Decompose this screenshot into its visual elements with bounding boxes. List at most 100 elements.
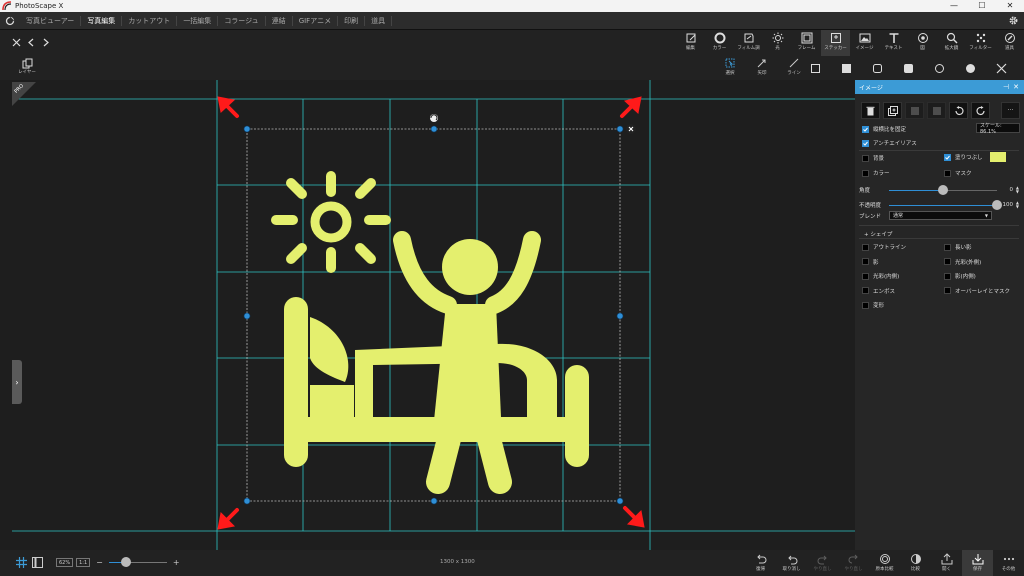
circle-filled-button[interactable] [963,61,978,76]
blend-select[interactable]: 通常 ▼ [889,211,992,220]
close-panel-button[interactable]: ✕ [1013,83,1019,91]
zoom-slider[interactable] [108,557,167,567]
effect-option[interactable]: 光彩(外側) [944,258,981,266]
effect-checkbox[interactable] [862,243,869,251]
effect-checkbox[interactable] [944,258,951,265]
tool-tools-button[interactable]: 道具 [995,30,1024,56]
frame-toggle-button[interactable] [32,557,43,570]
angle-stepper[interactable]: ▲ ▼ [1016,186,1019,194]
close-shape-tools-button[interactable] [994,61,1009,76]
antialias-option[interactable]: アンチエイリアス [862,139,917,147]
compare-original-button[interactable]: 原本比較 [869,550,900,576]
send-back-button[interactable] [927,102,946,119]
previous-photo-button[interactable] [25,34,37,50]
pin-icon[interactable]: ⊣ [1003,83,1009,91]
open-button[interactable]: 開く [931,550,962,576]
undo-button[interactable]: 取り消し [776,550,807,576]
effect-checkbox[interactable] [862,272,869,280]
fill-checkbox[interactable] [944,153,951,161]
effect-option[interactable]: 影 [862,258,879,266]
color-option[interactable]: カラー [862,169,890,177]
rounded-rect-outline-button[interactable] [870,61,885,76]
delete-sticker-button[interactable] [626,124,636,134]
home-button[interactable] [0,12,20,30]
editing-canvas[interactable]: PRO › [12,80,855,550]
effect-option[interactable]: 変形 [862,301,884,309]
tab-batch[interactable]: 一括編集 [177,15,219,26]
tab-print[interactable]: 印刷 [338,15,366,26]
fill-color-swatch[interactable] [989,152,1006,162]
fill-option[interactable]: 塗りつぶし [944,152,1006,162]
zoom-percent[interactable]: 62% [56,558,74,567]
tool-film-button[interactable]: フィルム調 [734,30,763,56]
mask-option[interactable]: マスク [944,169,972,177]
tab-cutout[interactable]: カットアウト [122,15,178,26]
revert-button[interactable]: 復帰 [745,550,776,576]
zoom-slider-thumb[interactable] [121,557,132,567]
tool-light-button[interactable]: 光 [763,30,792,56]
tool-figure-button[interactable]: 図 [908,30,937,56]
background-option[interactable]: 背景 [862,154,884,162]
more-options-button[interactable]: ··· [1001,102,1020,119]
expand-left-panel-button[interactable]: › [12,360,22,404]
maximize-button[interactable]: ☐ [968,0,996,12]
next-photo-button[interactable] [40,34,52,50]
tab-combine[interactable]: 連結 [266,15,293,26]
effect-checkbox[interactable] [862,301,869,309]
delete-button[interactable] [861,102,880,119]
tool-frame-button[interactable]: フレーム [792,30,821,56]
more-button[interactable]: その他 [993,550,1024,576]
angle-slider[interactable] [889,184,997,195]
tab-photo-viewer[interactable]: 写真ビューアー [20,15,82,26]
layer-button[interactable]: レイヤー [14,58,40,75]
tool-text-button[interactable]: テキスト [879,30,908,56]
effect-checkbox[interactable] [944,243,951,251]
save-button[interactable]: 保存 [962,550,993,576]
rounded-rect-filled-button[interactable] [901,61,916,76]
close-photo-button[interactable] [10,34,22,50]
angle-slider-thumb[interactable] [938,184,948,195]
settings-button[interactable] [1002,15,1024,26]
effect-option[interactable]: 長い影 [944,243,972,251]
tab-tools[interactable]: 道具 [365,15,393,26]
rectangle-outline-button[interactable] [808,61,823,76]
select-tool-button[interactable]: 選択 [714,58,746,78]
tool-edit-button[interactable]: 編集 [676,30,705,56]
effect-checkbox[interactable] [944,272,951,280]
bring-front-button[interactable] [905,102,924,119]
effect-checkbox[interactable] [862,287,869,294]
tab-photo-editor[interactable]: 写真編集 [81,15,123,26]
duplicate-button[interactable] [883,102,902,119]
effect-option[interactable]: オーバーレイとマスク [944,287,1010,295]
effect-checkbox[interactable] [862,258,869,265]
minimize-button[interactable]: — [940,0,968,12]
keep-ratio-option[interactable]: 縦横比を固定 [862,125,906,133]
tool-sticker-button[interactable]: ステッカー [821,30,850,56]
circle-outline-button[interactable] [932,61,947,76]
rotate-right-button[interactable] [971,102,990,119]
shape-section-header[interactable]: + シェイプ [864,230,892,238]
line-tool-button[interactable]: ライン [778,58,810,78]
compare-button[interactable]: 比較 [900,550,931,576]
effect-checkbox[interactable] [944,287,951,294]
zoom-fit-button[interactable]: 1:1 [76,558,91,567]
opacity-slider-thumb[interactable] [992,199,1002,210]
redo-all-button[interactable]: やり直し [838,550,869,576]
effect-option[interactable]: 光彩(内側) [862,272,899,280]
effect-option[interactable]: アウトライン [862,243,906,251]
tool-color-button[interactable]: カラー [705,30,734,56]
sticker-person-bed[interactable] [271,171,589,494]
color-checkbox[interactable] [862,169,869,177]
tool-image-button[interactable]: イメージ [850,30,879,56]
mask-checkbox[interactable] [944,169,951,177]
redo-button[interactable]: やり直し [807,550,838,576]
effect-option[interactable]: エンボス [862,287,895,295]
zoom-out-button[interactable]: − [96,558,103,567]
keep-ratio-checkbox[interactable] [862,125,869,133]
opacity-slider[interactable] [889,199,1002,210]
rotate-handle[interactable] [430,114,438,122]
opacity-stepper[interactable]: ▲ ▼ [1016,201,1019,209]
background-checkbox[interactable] [862,154,869,162]
grid-toggle-button[interactable] [16,557,27,570]
effect-option[interactable]: 影(内側) [944,272,976,280]
